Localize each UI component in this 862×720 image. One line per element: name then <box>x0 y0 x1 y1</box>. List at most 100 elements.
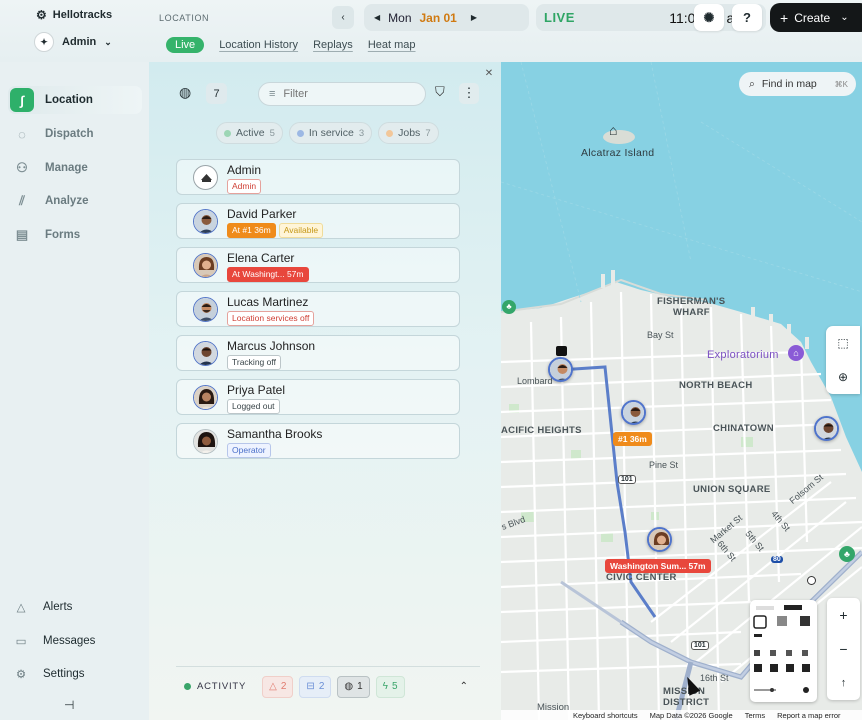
globe-icon[interactable]: ◍ <box>179 84 191 101</box>
shortcut-hint: ⌘K <box>834 79 848 89</box>
map-pin-lucas-martinez[interactable] <box>548 357 573 382</box>
pin-sidebar-icon[interactable]: ⊣ <box>64 698 74 712</box>
chat-icon: ◌ <box>18 126 26 142</box>
map-layer-selector[interactable] <box>750 600 817 702</box>
keyboard-shortcuts-link[interactable]: Keyboard shortcuts <box>573 711 638 720</box>
member-name: Admin <box>227 163 262 177</box>
sidebar-item-analyze[interactable]: ⫽ Analyze <box>8 187 142 215</box>
chip-dot <box>386 129 394 137</box>
status-chips: Active 5 In service 3 Jobs 7 <box>216 122 439 144</box>
member-card-priya-patel[interactable]: Priya Patel Logged out <box>176 379 460 415</box>
find-in-map-search[interactable]: ⌕ Find in map ⌘K <box>739 72 856 96</box>
activity-events-count[interactable]: ϟ 5 <box>375 675 405 698</box>
member-card-admin[interactable]: Admin Admin <box>176 159 460 195</box>
tab-replays[interactable]: Replays <box>313 39 353 51</box>
member-card-david-parker[interactable]: David Parker At #1 36m Available <box>176 203 460 239</box>
tab-heat-map[interactable]: Heat map <box>368 39 416 51</box>
create-button[interactable]: + Create ⌄ <box>770 3 862 32</box>
sparkle-icon: ✺ <box>703 9 715 25</box>
add-geofence-icon[interactable]: ⊕ <box>826 360 860 394</box>
zoom-in-icon[interactable]: + <box>827 598 860 632</box>
message-icon: ◍ <box>344 681 354 692</box>
sidebar-item-messages[interactable]: ▭ Messages <box>12 634 96 648</box>
activity-forms-count[interactable]: ⊟ 2 <box>299 675 332 698</box>
chip-dot <box>224 129 231 137</box>
date-picker[interactable]: ◀ Mon Jan 01 ▶ <box>364 4 529 31</box>
sidebar-item-alerts[interactable]: △ Alerts <box>12 600 73 614</box>
map-drawing-tools: ⬚ ⊕ <box>826 326 860 394</box>
bolt-icon: ϟ <box>382 681 388 692</box>
terms-link[interactable]: Terms <box>745 711 765 720</box>
map-pin-elena-carter[interactable] <box>647 527 672 552</box>
chip-label: In service <box>308 127 354 139</box>
map-pin-david-parker[interactable] <box>621 400 646 425</box>
member-card-elena-carter[interactable]: Elena Carter At Washingt... 57m <box>176 247 460 283</box>
chip-label: Jobs <box>398 127 421 139</box>
chip-in-service[interactable]: In service 3 <box>288 122 373 144</box>
help-button[interactable]: ? <box>732 4 762 31</box>
member-card-marcus-johnson[interactable]: Marcus Johnson Tracking off <box>176 335 460 371</box>
avatar <box>193 253 218 278</box>
activity-bar[interactable]: ACTIVITY △ 2 ⊟ 2 ◍ 1 ϟ 5 ⌃ <box>176 666 480 706</box>
status-badge: Tracking off <box>227 355 281 370</box>
breadcrumb: LOCATION <box>159 13 210 23</box>
chevron-down-icon: ⌄ <box>104 36 112 47</box>
funnel-icon[interactable]: ⛉ <box>435 84 445 100</box>
map-label-fishermans: FISHERMAN'S <box>657 296 726 307</box>
activity-count: 1 <box>357 681 363 692</box>
museum-icon: ⌂ <box>788 345 804 361</box>
report-map-error-link[interactable]: Report a map error <box>777 711 840 720</box>
activity-messages-count[interactable]: ◍ 1 <box>337 675 370 698</box>
map-pin-marcus-johnson[interactable] <box>814 416 839 441</box>
tab-live[interactable]: Live <box>166 37 205 53</box>
gear-icon: ⚙ <box>15 669 27 681</box>
member-card-samantha-brooks[interactable]: Samantha Brooks Operator <box>176 423 460 459</box>
status-badge: Location services off <box>227 311 315 326</box>
chevron-up-icon[interactable]: ⌃ <box>460 681 468 692</box>
company-logo-icon: ✦ <box>34 32 54 52</box>
park-pin-icon: ♣ <box>502 300 516 314</box>
avatar <box>193 209 218 234</box>
chip-active[interactable]: Active 5 <box>216 122 283 144</box>
map-flag-elena-carter[interactable]: Washington Sum... 57m <box>605 559 711 573</box>
more-options-icon[interactable]: ⋮ <box>459 83 479 104</box>
activity-count: 5 <box>391 681 398 692</box>
sidebar-item-settings[interactable]: ⚙ Settings <box>12 667 85 681</box>
sidebar-item-label: Dispatch <box>45 128 94 140</box>
member-card-lucas-martinez[interactable]: Lucas Martinez Location services off <box>176 291 460 327</box>
chip-jobs[interactable]: Jobs 7 <box>378 122 439 144</box>
chip-count: 3 <box>358 127 365 139</box>
member-name: Priya Patel <box>227 383 286 397</box>
map-label-16th-st: 16th St <box>700 673 729 683</box>
form-icon: ⊟ <box>306 681 315 692</box>
sidebar-item-location[interactable]: ∫ Location <box>8 86 142 114</box>
filter-field[interactable]: ≡ <box>258 82 426 106</box>
sidebar-item-dispatch[interactable]: ◌ Dispatch <box>8 120 142 148</box>
highway-shield-101: 101 <box>618 475 636 484</box>
warning-icon: △ <box>16 602 26 614</box>
zoom-out-icon[interactable]: − <box>827 632 860 666</box>
activity-alerts-count[interactable]: △ 2 <box>262 675 294 698</box>
map-flag-david-parker[interactable]: #1 36m <box>613 432 652 446</box>
sidebar-item-manage[interactable]: ⚇ Manage <box>8 154 142 182</box>
filter-input[interactable] <box>283 88 404 100</box>
prev-day-button[interactable]: ‹ <box>332 6 354 29</box>
org-switcher[interactable]: ⚙ Hellotracks <box>36 8 112 22</box>
activity-status-dot <box>184 683 191 690</box>
member-tags: Location services off <box>227 311 315 326</box>
ai-assistant-button[interactable]: ✺ <box>694 4 724 31</box>
warning-icon: △ <box>269 681 277 692</box>
search-icon: ⌕ <box>749 77 755 90</box>
north-arrow-icon[interactable]: ↑ <box>827 666 860 700</box>
user-menu[interactable]: ✦ Admin ⌄ <box>34 32 112 52</box>
caret-right-icon: ▶ <box>470 13 478 22</box>
sidebar-item-forms[interactable]: ▤ Forms <box>8 221 142 249</box>
members-panel: ✕ ◍ 7 ≡ ⛉ ⋮ Active 5 In service 3 Jobs 7 <box>149 62 501 720</box>
map-view[interactable]: ⌕ Find in map ⌘K Alcatraz Island ⌂ FISHE… <box>501 62 862 720</box>
sidebar-item-label: Forms <box>45 229 81 241</box>
select-area-icon[interactable]: ⬚ <box>826 326 860 360</box>
tab-location-history[interactable]: Location History <box>219 39 298 51</box>
sidebar-item-label: Settings <box>43 668 85 680</box>
map-label-north-beach: NORTH BEACH <box>679 380 753 391</box>
close-icon[interactable]: ✕ <box>483 68 495 80</box>
